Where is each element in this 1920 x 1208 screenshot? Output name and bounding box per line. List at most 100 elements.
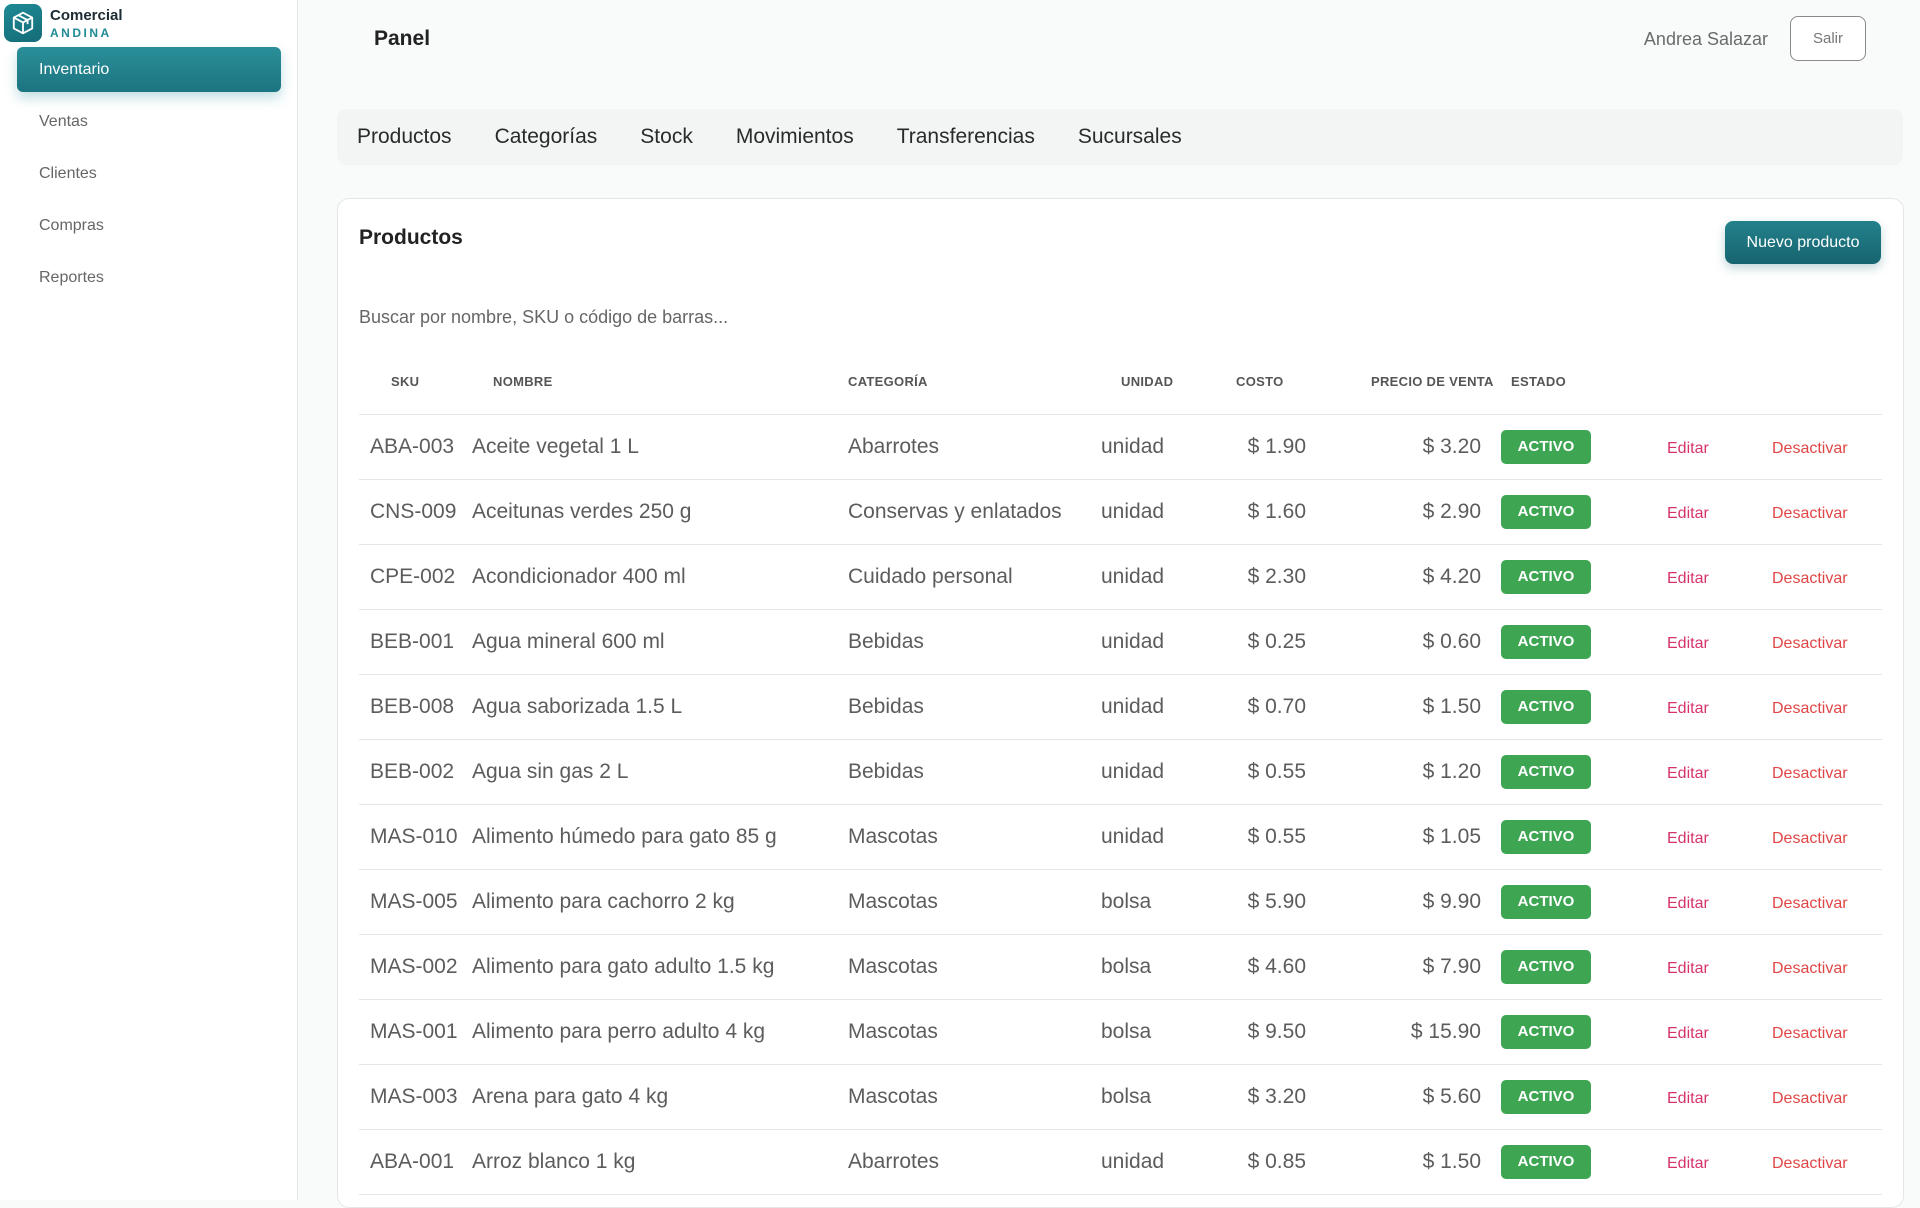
cell-status: ACTIVO: [1501, 1064, 1647, 1130]
cell-status: ACTIVO: [1501, 1129, 1647, 1195]
column-header-edit: [1647, 349, 1761, 415]
tab-productos[interactable]: Productos: [357, 125, 452, 149]
column-header-unidad[interactable]: UNIDAD: [1101, 349, 1236, 415]
column-header-sku[interactable]: SKU: [359, 349, 472, 415]
column-header-categoria[interactable]: CATEGORÍA: [848, 349, 1101, 415]
edit-button[interactable]: Editar: [1647, 895, 1709, 912]
status-badge: ACTIVO: [1501, 559, 1591, 594]
table-row: MAS-001 Alimento para perro adulto 4 kg Ma…: [359, 999, 1882, 1065]
edit-button[interactable]: Editar: [1647, 830, 1709, 847]
cell-sku: MAS-005: [359, 869, 472, 935]
cell-price: $ 0.60: [1306, 609, 1501, 675]
cell-category: Abarrotes: [848, 1129, 1101, 1195]
cell-sku: BEB-001: [359, 609, 472, 675]
deactivate-button[interactable]: Desactivar: [1761, 895, 1848, 912]
edit-button[interactable]: Editar: [1647, 960, 1709, 977]
table-row: MAS-002 Alimento para gato adulto 1.5 kg M…: [359, 934, 1882, 1000]
sidebar: Comercial ANDINA Inventario Ventas Clien…: [0, 0, 298, 1200]
cell-status: ACTIVO: [1501, 544, 1647, 610]
table-row: CPE-002 Acondicionador 400 ml Cuidado pers…: [359, 544, 1882, 610]
cell-category: Mascotas: [848, 999, 1101, 1065]
deactivate-button[interactable]: Desactivar: [1761, 830, 1848, 847]
cell-cost: $ 4.60: [1236, 934, 1306, 1000]
sidebar-item-clientes[interactable]: Clientes: [17, 151, 281, 196]
deactivate-button[interactable]: Desactivar: [1761, 440, 1848, 457]
cell-edit: Editar: [1647, 999, 1761, 1065]
edit-button[interactable]: Editar: [1647, 440, 1709, 457]
card-title: Productos: [359, 226, 463, 249]
cell-name: Alimento para perro adulto 4 kg: [472, 999, 848, 1065]
cell-name: Agua saborizada 1.5 L: [472, 674, 848, 740]
cell-cost: $ 0.85: [1236, 1129, 1306, 1195]
logout-button[interactable]: Salir: [1790, 16, 1866, 61]
tab-stock[interactable]: Stock: [640, 125, 693, 149]
sidebar-item-compras[interactable]: Compras: [17, 203, 281, 248]
deactivate-button[interactable]: Desactivar: [1761, 570, 1848, 587]
user-name: Andrea Salazar: [1643, 29, 1768, 49]
cell-name: Alimento para gato adulto 1.5 kg: [472, 934, 848, 1000]
edit-button[interactable]: Editar: [1647, 700, 1709, 717]
tab-categorias[interactable]: Categorías: [495, 125, 598, 149]
cell-deactivate: Desactivar: [1761, 1129, 1882, 1195]
cell-edit: Editar: [1647, 414, 1761, 480]
column-header-nombre[interactable]: NOMBRE: [472, 349, 848, 415]
column-header-estado[interactable]: ESTADO: [1501, 349, 1647, 415]
edit-button[interactable]: Editar: [1647, 570, 1709, 587]
table-row: MAS-010 Alimento húmedo para gato 85 g Mas…: [359, 804, 1882, 870]
deactivate-button[interactable]: Desactivar: [1761, 505, 1848, 522]
cell-edit: Editar: [1647, 1064, 1761, 1130]
deactivate-button[interactable]: Desactivar: [1761, 700, 1848, 717]
deactivate-button[interactable]: Desactivar: [1761, 1025, 1848, 1042]
cell-edit: Editar: [1647, 479, 1761, 545]
deactivate-button[interactable]: Desactivar: [1761, 960, 1848, 977]
tab-transferencias[interactable]: Transferencias: [897, 125, 1035, 149]
cell-status: ACTIVO: [1501, 739, 1647, 805]
sidebar-item-inventario[interactable]: Inventario: [17, 47, 281, 92]
cell-cost: $ 0.55: [1236, 739, 1306, 805]
edit-button[interactable]: Editar: [1647, 1155, 1709, 1172]
deactivate-button[interactable]: Desactivar: [1761, 635, 1848, 652]
column-header-precio[interactable]: PRECIO DE VENTA: [1306, 349, 1501, 415]
cell-edit: Editar: [1647, 544, 1761, 610]
edit-button[interactable]: Editar: [1647, 1090, 1709, 1107]
deactivate-button[interactable]: Desactivar: [1761, 1090, 1848, 1107]
cell-cost: $ 5.90: [1236, 869, 1306, 935]
status-badge: ACTIVO: [1501, 1144, 1591, 1179]
cell-category: Mascotas: [848, 1064, 1101, 1130]
cell-name: Aceite vegetal 1 L: [472, 414, 848, 480]
cell-unit: unidad: [1101, 1129, 1236, 1195]
products-table: SKU NOMBRE CATEGORÍA UNIDAD COSTO PRECIO…: [359, 349, 1882, 1195]
cell-unit: bolsa: [1101, 934, 1236, 1000]
cell-category: Conservas y enlatados: [848, 479, 1101, 545]
deactivate-button[interactable]: Desactivar: [1761, 765, 1848, 782]
inventory-tabs: Productos Categorías Stock Movimientos T…: [337, 109, 1903, 165]
cell-unit: unidad: [1101, 739, 1236, 805]
cell-sku: MAS-003: [359, 1064, 472, 1130]
edit-button[interactable]: Editar: [1647, 765, 1709, 782]
status-badge: ACTIVO: [1501, 884, 1591, 919]
edit-button[interactable]: Editar: [1647, 635, 1709, 652]
cell-name: Arroz blanco 1 kg: [472, 1129, 848, 1195]
tab-sucursales[interactable]: Sucursales: [1078, 125, 1182, 149]
cell-category: Mascotas: [848, 804, 1101, 870]
cell-deactivate: Desactivar: [1761, 674, 1882, 740]
edit-button[interactable]: Editar: [1647, 505, 1709, 522]
cell-name: Acondicionador 400 ml: [472, 544, 848, 610]
cell-sku: MAS-010: [359, 804, 472, 870]
column-header-costo[interactable]: COSTO: [1236, 349, 1306, 415]
sidebar-item-reportes[interactable]: Reportes: [17, 255, 281, 300]
edit-button[interactable]: Editar: [1647, 1025, 1709, 1042]
cell-deactivate: Desactivar: [1761, 934, 1882, 1000]
deactivate-button[interactable]: Desactivar: [1761, 1155, 1848, 1172]
cell-price: $ 2.90: [1306, 479, 1501, 545]
cell-status: ACTIVO: [1501, 934, 1647, 1000]
search-input[interactable]: [359, 302, 1259, 332]
table-row: MAS-005 Alimento para cachorro 2 kg Mascot…: [359, 869, 1882, 935]
brand[interactable]: Comercial ANDINA: [4, 3, 123, 43]
tab-movimientos[interactable]: Movimientos: [736, 125, 854, 149]
new-product-button[interactable]: Nuevo producto: [1725, 221, 1881, 264]
table-body: ABA-003 Aceite vegetal 1 L Abarrotes unidad…: [359, 414, 1882, 1195]
sidebar-item-ventas[interactable]: Ventas: [17, 99, 281, 144]
cell-deactivate: Desactivar: [1761, 1064, 1882, 1130]
cell-sku: BEB-002: [359, 739, 472, 805]
